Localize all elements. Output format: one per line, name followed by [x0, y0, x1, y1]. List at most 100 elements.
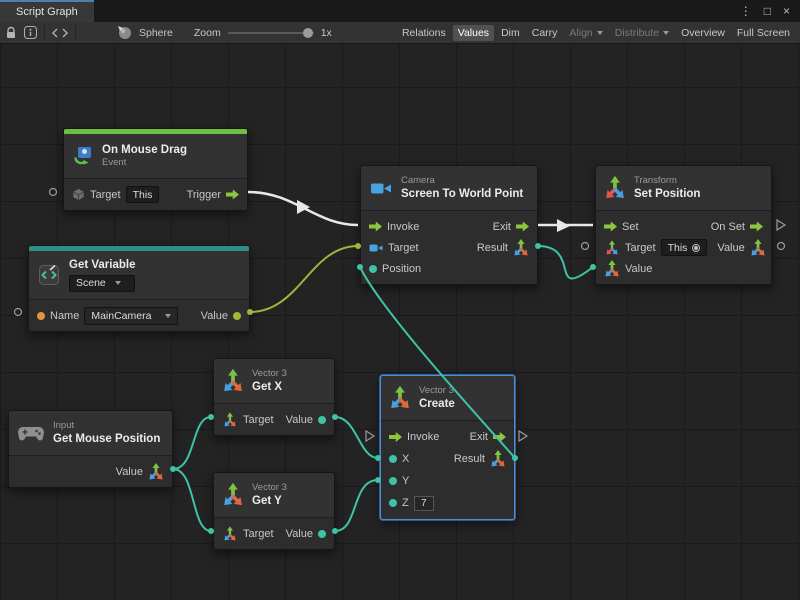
node-header: Transform Set Position: [596, 166, 771, 210]
z-value-field[interactable]: 7: [414, 496, 434, 511]
vector3-port-icon[interactable]: [148, 464, 164, 480]
port-row: Value: [9, 461, 172, 482]
port-label-value: Value: [286, 528, 313, 540]
zoom-slider[interactable]: [228, 32, 314, 34]
port-label-z: Z: [402, 497, 409, 509]
relations-button[interactable]: Relations: [397, 25, 451, 41]
node-category: Vector 3: [419, 385, 455, 397]
value-output-port[interactable]: [233, 312, 241, 320]
node-title: Get Mouse Position: [53, 432, 160, 446]
object-picker-icon[interactable]: [692, 244, 700, 252]
variable-scope-dropdown[interactable]: Scene: [69, 275, 135, 292]
port-label-position: Position: [382, 263, 421, 275]
camera-type-icon: [369, 243, 383, 253]
node-category: Input: [53, 420, 160, 432]
graph-canvas[interactable]: On Mouse Drag Event Target This Trigger: [0, 44, 800, 600]
position-value-port[interactable]: [369, 265, 377, 273]
port-row: Position: [361, 258, 537, 279]
gameobject-cube-icon: [72, 188, 85, 201]
vector3-icon: [389, 387, 411, 409]
value-output-port[interactable]: [318, 416, 326, 424]
target-this-chip[interactable]: This: [661, 239, 708, 256]
node-get-mouse-position[interactable]: Input Get Mouse Position Value: [8, 410, 173, 488]
overview-button[interactable]: Overview: [676, 25, 730, 41]
transform-icon: [604, 177, 626, 199]
name-string-port[interactable]: [37, 312, 45, 320]
info-icon[interactable]: [24, 26, 37, 39]
chevron-down-icon: [165, 314, 171, 318]
exit-flow-port[interactable]: [493, 432, 506, 443]
vector3-port-icon[interactable]: [223, 527, 237, 541]
vector3-port-icon[interactable]: [513, 240, 529, 256]
vector3-port-icon[interactable]: [604, 261, 620, 277]
full-screen-button[interactable]: Full Screen: [732, 25, 795, 41]
close-icon[interactable]: ×: [783, 5, 790, 17]
variable-name-dropdown[interactable]: MainCamera: [84, 307, 178, 325]
vector3-port-icon[interactable]: [750, 240, 766, 256]
toolbar-separator: [44, 25, 45, 40]
align-button[interactable]: Align: [564, 25, 607, 41]
vector3-port-icon[interactable]: [223, 413, 237, 427]
node-title: On Mouse Drag: [102, 143, 187, 157]
node-header: Input Get Mouse Position: [9, 411, 172, 455]
lock-icon[interactable]: [5, 26, 17, 39]
port-row: X Result: [381, 448, 514, 470]
port-label-result: Result: [477, 242, 508, 254]
exit-flow-port[interactable]: [516, 221, 529, 232]
node-vector3-create[interactable]: Vector 3 Create Invoke Exit X Result: [380, 375, 515, 520]
vector3-port-icon[interactable]: [490, 451, 506, 467]
gamepad-icon: [18, 425, 44, 442]
mouse-event-icon: [73, 146, 93, 166]
port-label-exit: Exit: [493, 221, 511, 233]
node-header: Vector 3 Get Y: [214, 473, 334, 517]
port-label-exit: Exit: [470, 431, 488, 443]
node-on-mouse-drag[interactable]: On Mouse Drag Event Target This Trigger: [63, 128, 248, 211]
unity-visual-scripting-window: Script Graph ⋮ □ × Sphere Zoom 1x Relat: [0, 0, 800, 600]
node-get-x[interactable]: Vector 3 Get X Target Value: [213, 358, 335, 436]
invoke-flow-port[interactable]: [389, 432, 402, 443]
x-value-port[interactable]: [389, 455, 397, 463]
on-set-flow-port[interactable]: [750, 221, 763, 232]
node-get-y[interactable]: Vector 3 Get Y Target Value: [213, 472, 335, 550]
dim-button[interactable]: Dim: [496, 25, 525, 41]
node-screen-to-world-point[interactable]: Camera Screen To World Point Invoke Exit…: [360, 165, 538, 285]
code-icon[interactable]: [52, 28, 68, 38]
y-value-port[interactable]: [389, 477, 397, 485]
chevron-down-icon: [115, 281, 121, 285]
target-this-chip[interactable]: This: [126, 186, 160, 203]
port-label-set: Set: [622, 221, 639, 233]
distribute-button[interactable]: Distribute: [610, 25, 674, 41]
values-button[interactable]: Values: [453, 25, 494, 41]
port-row: Value: [596, 258, 771, 279]
port-label-value: Value: [116, 466, 143, 478]
invoke-flow-port[interactable]: [369, 221, 382, 232]
window-menu-icon[interactable]: ⋮: [740, 5, 752, 17]
value-output-port[interactable]: [318, 530, 326, 538]
zoom-value: 1x: [321, 27, 332, 39]
carry-button[interactable]: Carry: [527, 25, 563, 41]
port-row: Invoke Exit: [361, 216, 537, 237]
node-get-variable[interactable]: Get Variable Scene Name MainCamera Value: [28, 245, 250, 332]
z-value-port[interactable]: [389, 499, 397, 507]
node-header: Camera Screen To World Point: [361, 166, 537, 210]
zoom-label: Zoom: [194, 27, 221, 39]
port-row: Z 7: [381, 492, 514, 514]
node-header: Get Variable Scene: [29, 251, 249, 299]
port-label-target: Target: [388, 242, 419, 254]
node-set-position[interactable]: Transform Set Position Set On Set Target…: [595, 165, 772, 285]
chevron-down-icon: [597, 31, 603, 35]
node-header: Vector 3 Get X: [214, 359, 334, 403]
zoom-slider-handle[interactable]: [303, 28, 313, 38]
tab-script-graph[interactable]: Script Graph: [0, 0, 94, 22]
node-title: Get Variable: [69, 258, 135, 272]
port-row: Y: [381, 470, 514, 492]
chevron-down-icon: [663, 31, 669, 35]
port-label-x: X: [402, 453, 409, 465]
port-label-name: Name: [50, 310, 79, 322]
maximize-icon[interactable]: □: [764, 5, 771, 17]
port-row: Target This Trigger: [64, 184, 247, 205]
trigger-flow-port[interactable]: [226, 189, 239, 200]
port-label-y: Y: [402, 475, 409, 487]
set-flow-port[interactable]: [604, 221, 617, 232]
selected-object-name[interactable]: Sphere: [139, 27, 173, 39]
